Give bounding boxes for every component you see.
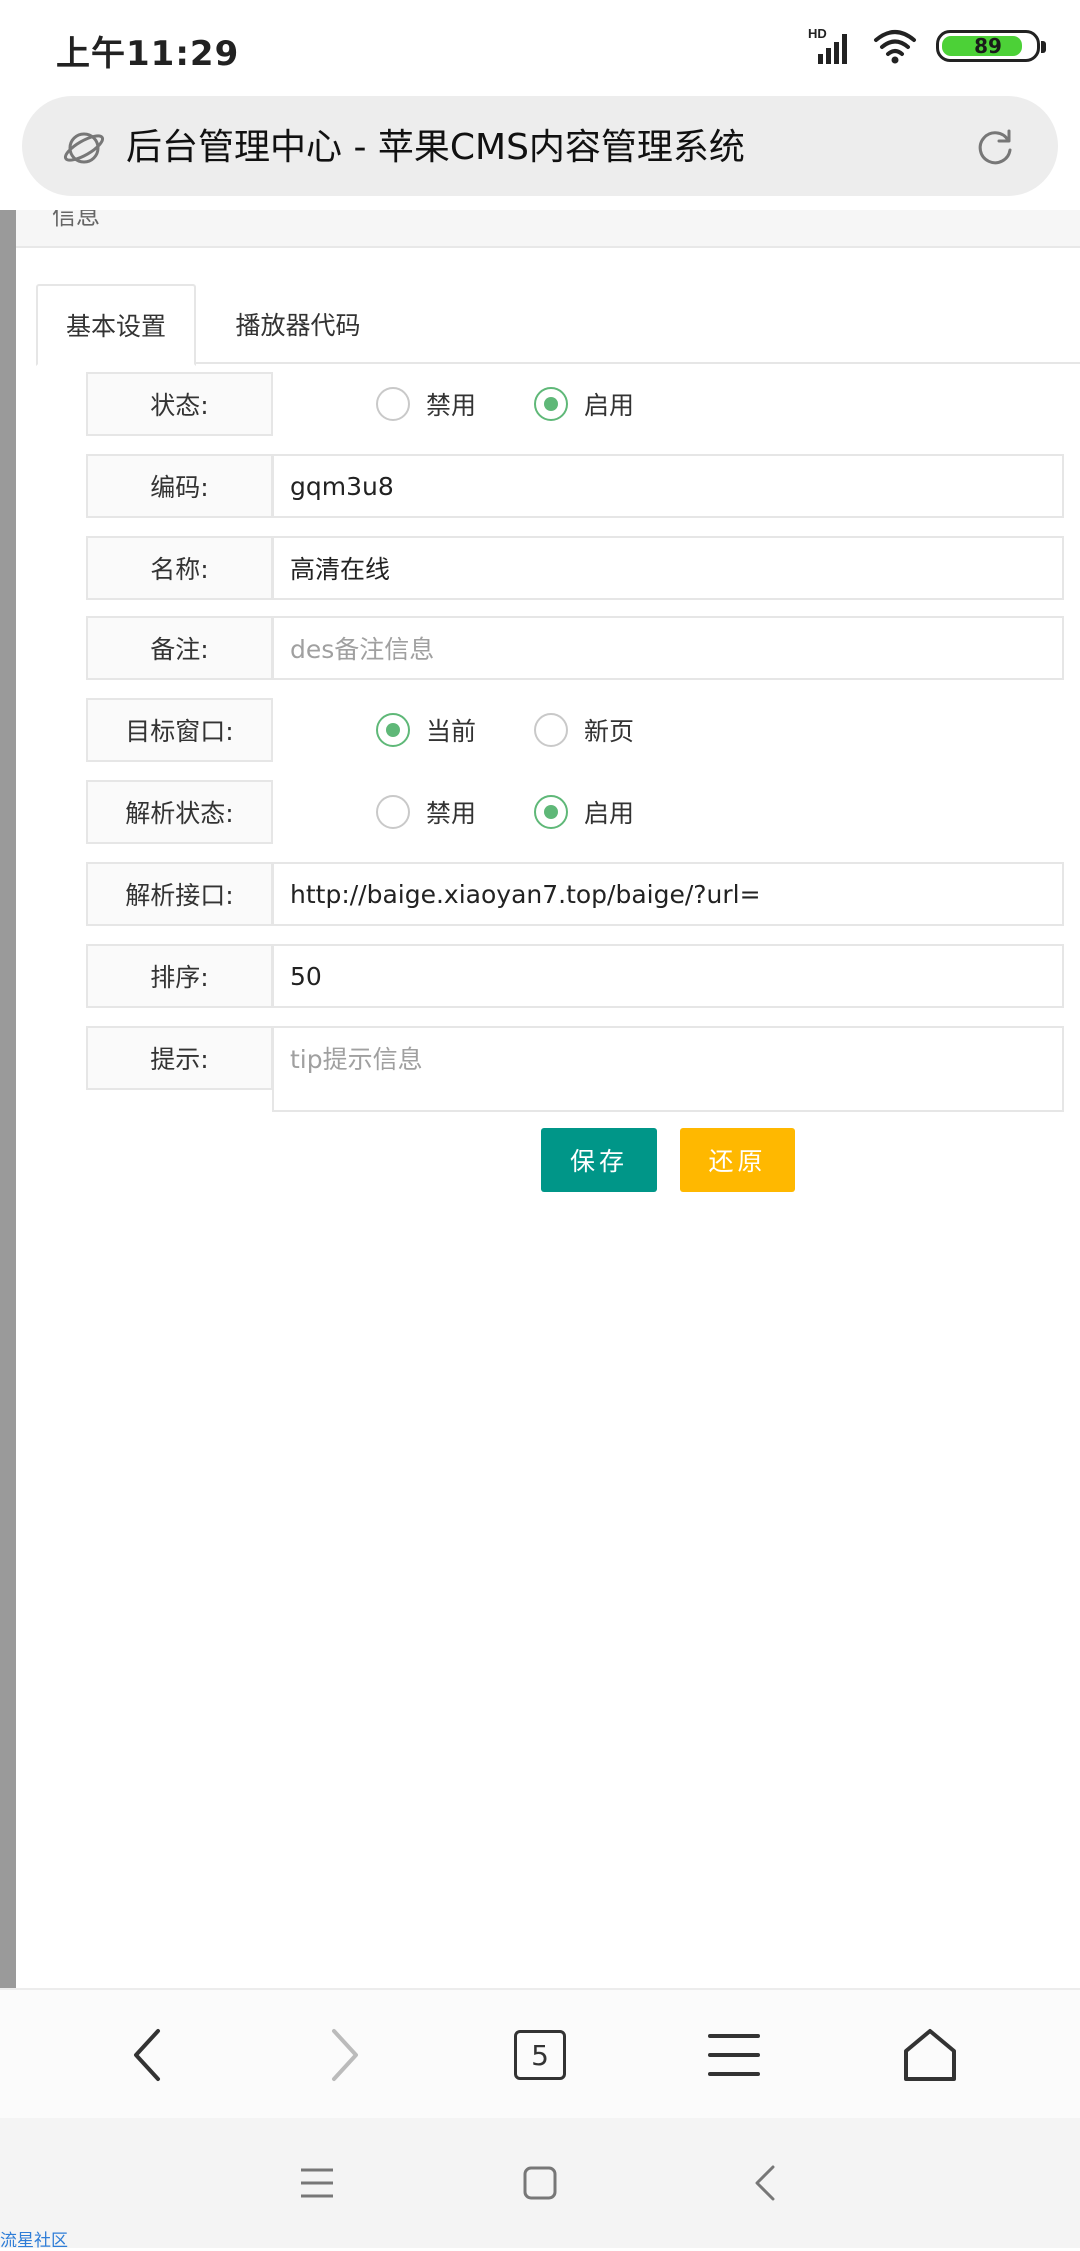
remark-input[interactable]: des备注信息 [272,616,1064,680]
code-label: 编码: [86,454,273,518]
address-bar[interactable]: 后台管理中心 - 苹果CMS内容管理系统 [22,96,1058,196]
system-nav-bar: 流星社区 [0,2118,1080,2251]
name-label: 名称: [86,536,273,600]
radio-label: 启用 [584,799,635,828]
page-title[interactable]: 后台管理中心 - 苹果CMS内容管理系统 [126,118,745,170]
tab-bar: 基本设置 播放器代码 [36,284,1080,366]
status-bar: 上午11:29 HD 89 [0,0,1080,92]
target-radio-group: 当前 新页 [272,698,1064,762]
radio-label: 禁用 [426,391,477,420]
parse-enable-radio[interactable]: 启用 [534,780,634,844]
hamburger-icon [708,2034,760,2076]
radio-checked-icon[interactable] [534,795,568,829]
page-header: 信息 [16,210,1080,248]
status-disable-radio[interactable]: 禁用 [376,372,476,436]
tab-player-code[interactable]: 播放器代码 [212,284,384,364]
remark-label: 备注: [86,616,273,680]
parse-status-radio-group: 禁用 启用 [272,780,1064,844]
status-icons: HD 89 [808,26,1046,66]
chevron-left-icon [755,2165,775,2201]
tab-basic-settings[interactable]: 基本设置 [36,284,196,366]
system-back-button[interactable] [730,2148,800,2218]
status-time: 上午11:29 [56,34,240,74]
radio-label: 当前 [426,717,477,746]
reset-button[interactable]: 还原 [680,1128,795,1192]
parse-api-label: 解析接口: [86,862,273,926]
form-row-status: 状态: 禁用 启用 [86,372,1064,436]
sort-label: 排序: [86,944,273,1008]
tip-textarea[interactable]: tip提示信息 [272,1026,1064,1112]
recent-apps-button[interactable] [282,2148,352,2218]
radio-unchecked-icon[interactable] [376,387,410,421]
form-row-parse-api: 解析接口: http://baige.xiaoyan7.top/baige/?u… [86,862,1064,926]
signal-icon: HD [808,26,847,64]
chevron-right-icon [332,2029,358,2081]
target-current-radio[interactable]: 当前 [376,698,476,762]
target-label: 目标窗口: [86,698,273,762]
parse-status-label: 解析状态: [86,780,273,844]
back-button[interactable] [108,2015,188,2095]
home-icon [904,2029,956,2081]
tab-count[interactable]: 5 [514,2030,566,2080]
status-label: 状态: [86,372,273,436]
battery-icon: 89 [936,30,1046,62]
network-type-label: HD [808,26,827,41]
form-row-remark: 备注: des备注信息 [86,616,1064,680]
status-enable-radio[interactable]: 启用 [534,372,634,436]
radio-label: 新页 [584,717,635,746]
form-row-target: 目标窗口: 当前 新页 [86,698,1064,762]
battery-level: 89 [974,34,1002,58]
header-text: 信息 [52,210,100,230]
browser-toolbar: 5 [0,1988,1080,2118]
square-icon [523,2166,557,2200]
menu-lines-icon [301,2168,333,2198]
radio-unchecked-icon[interactable] [534,713,568,747]
form-row-parse-status: 解析状态: 禁用 启用 [86,780,1064,844]
radio-checked-icon[interactable] [376,713,410,747]
save-button[interactable]: 保存 [541,1128,657,1192]
name-input[interactable]: 高清在线 [272,536,1064,600]
radio-label: 启用 [584,391,635,420]
wifi-icon [874,30,916,64]
tip-label: 提示: [86,1026,273,1090]
chevron-left-icon [134,2029,160,2081]
tabs-button[interactable]: 5 [500,2015,580,2095]
refresh-icon[interactable] [974,126,1016,168]
sort-input[interactable]: 50 [272,944,1064,1008]
parse-disable-radio[interactable]: 禁用 [376,780,476,844]
planet-icon [63,132,105,164]
radio-checked-icon[interactable] [534,387,568,421]
radio-label: 禁用 [426,799,477,828]
code-input[interactable]: gqm3u8 [272,454,1064,518]
watermark-text: 流星社区 [0,2231,68,2251]
status-radio-group: 禁用 启用 [272,372,1064,436]
radio-unchecked-icon[interactable] [376,795,410,829]
parse-api-input[interactable]: http://baige.xiaoyan7.top/baige/?url= [272,862,1064,926]
system-home-button[interactable] [505,2148,575,2218]
form-row-name: 名称: 高清在线 [86,536,1064,600]
web-content: 信息 基本设置 播放器代码 状态: 禁用 启用 编码: gqm3u8 名称: 高… [0,210,1080,1988]
target-new-radio[interactable]: 新页 [534,698,634,762]
form-row-tip: 提示: tip提示信息 [86,1026,1064,1112]
menu-button[interactable] [694,2015,774,2095]
sidebar-scroll-edge[interactable] [0,210,16,1988]
form-row-sort: 排序: 50 [86,944,1064,1008]
home-button[interactable] [890,2015,970,2095]
form-row-code: 编码: gqm3u8 [86,454,1064,518]
forward-button[interactable] [304,2015,384,2095]
